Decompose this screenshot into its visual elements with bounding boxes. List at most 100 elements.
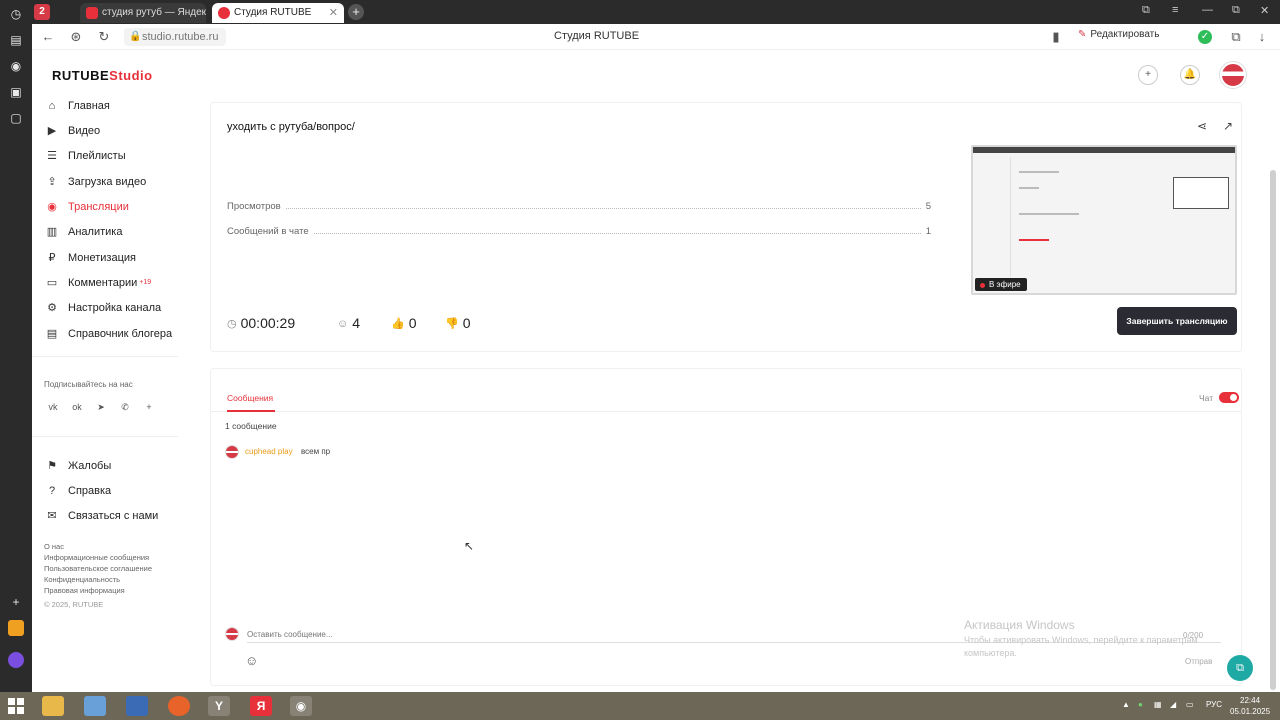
footer-link-info[interactable]: Информационные сообщения — [44, 553, 149, 562]
vk-icon[interactable]: vk — [46, 400, 60, 414]
protect-icon[interactable]: ⊛ — [68, 29, 84, 45]
viewers-metric: ☺ 4 — [337, 315, 360, 331]
volume-icon[interactable]: ◢ — [1170, 700, 1176, 709]
file-explorer-icon[interactable] — [42, 696, 64, 716]
support-chat-icon[interactable]: ⧉ — [1227, 655, 1253, 681]
ok-icon[interactable]: ok — [70, 400, 84, 414]
add-panel-icon[interactable]: + — [8, 594, 24, 610]
share-icon[interactable]: ⋖ — [1197, 119, 1207, 133]
chat-toggle-label: Чат — [1199, 393, 1214, 403]
language-indicator[interactable]: РУС — [1206, 700, 1222, 709]
download-icon[interactable]: ↓ — [1254, 29, 1270, 45]
windows-activation-watermark: Активация Windows Чтобы активировать Win… — [964, 618, 1226, 660]
close-tab-icon[interactable]: ✕ — [329, 3, 338, 23]
extensions-icon[interactable]: ⧉ — [1228, 29, 1244, 45]
footer-link-terms[interactable]: Пользовательское соглашение — [44, 564, 152, 573]
minimize-icon[interactable]: — — [1202, 4, 1213, 16]
stream-preview[interactable]: В эфире — [971, 145, 1237, 295]
playlist-icon: ☰ — [47, 150, 57, 162]
duration-value: 00:00:29 — [240, 315, 296, 331]
comments-icon: ▭ — [46, 277, 58, 289]
screenshot-icon[interactable]: ▢ — [8, 110, 24, 126]
firefox-icon[interactable] — [168, 696, 190, 716]
page-title: Студия RUTUBE — [554, 30, 640, 42]
footer-link-about[interactable]: О нас — [44, 542, 64, 551]
emoji-icon[interactable]: ☺ — [245, 653, 258, 668]
copyright: © 2025, RUTUBE — [44, 600, 104, 609]
viber-icon[interactable]: ✆ — [118, 400, 132, 414]
add-content-icon[interactable]: + — [1138, 65, 1158, 85]
end-stream-button[interactable]: Завершить трансляцию — [1117, 307, 1237, 335]
sidebar-item-monetization[interactable]: ₽ Монетизация — [44, 248, 184, 268]
thumbs-down-icon: 👎 — [445, 318, 459, 330]
edit-page-button[interactable]: ✎ Редактировать — [1078, 29, 1159, 40]
flag-icon: ⚑ — [47, 460, 57, 472]
sidebar-item-complaints[interactable]: ⚑ Жалобы — [44, 456, 184, 476]
sidebar-item-blogger-guide[interactable]: ▤ Справочник блогера — [44, 324, 184, 344]
clock-time: 22:44 — [1240, 696, 1261, 705]
tab-title: студия рутуб — Яндекс: — [102, 7, 206, 18]
alice-assistant-icon[interactable] — [8, 652, 24, 668]
clock[interactable]: 22:44 05.01.2025 — [1230, 695, 1270, 717]
external-link-icon[interactable]: ↗ — [1223, 119, 1233, 133]
sidebar-item-upload[interactable]: ⇪ Загрузка видео — [44, 172, 184, 192]
yandex-browser-icon[interactable]: Y — [208, 696, 230, 716]
tab-counter[interactable]: 2 — [34, 4, 50, 20]
alice-icon[interactable]: ◉ — [8, 58, 24, 74]
footer-link-privacy[interactable]: Конфиденциальность — [44, 575, 120, 584]
extension-check-icon[interactable]: ✓ — [1198, 30, 1212, 44]
sidebar-item-broadcasts[interactable]: ◉ Трансляции — [44, 197, 184, 217]
user-avatar[interactable] — [1220, 62, 1246, 88]
notifications-icon[interactable]: 🔔 — [1180, 65, 1200, 85]
reload-icon[interactable]: ↻ — [96, 29, 112, 45]
footer-link-legal[interactable]: Правовая информация — [44, 586, 125, 595]
likes-value: 0 — [408, 315, 417, 331]
app-icon[interactable] — [126, 696, 148, 716]
divider — [211, 411, 1241, 412]
obs-icon[interactable]: ◉ — [290, 696, 312, 716]
sidebar-item-analytics[interactable]: ▥ Аналитика — [44, 222, 184, 242]
tray-app-icon[interactable]: ● — [1138, 700, 1143, 709]
book-icon: ▤ — [46, 328, 58, 340]
notes-icon[interactable]: ▣ — [8, 84, 24, 100]
sidebar-item-contact[interactable]: ✉ Связаться с нами — [44, 506, 184, 526]
tab-rutube-studio[interactable]: Студия RUTUBE ✕ — [212, 3, 344, 23]
tab-layout-icon[interactable]: ⧉ — [1142, 4, 1150, 17]
sidebar-item-label: Трансляции — [68, 201, 129, 213]
sidebar-item-comments[interactable]: ▭ Комментарии +19 — [44, 273, 184, 293]
message-author[interactable]: cuphead play — [245, 447, 293, 456]
message-text: всем пр — [301, 447, 331, 456]
sidebar-item-label: Плейлисты — [68, 150, 126, 162]
plus-icon[interactable]: + — [142, 400, 156, 414]
back-icon[interactable]: ← — [40, 29, 56, 45]
rutube-studio-logo[interactable]: RUTUBEStudio — [52, 68, 153, 83]
scrollbar[interactable] — [1270, 170, 1276, 690]
collections-icon[interactable]: ▤ — [8, 32, 24, 48]
restore-icon[interactable]: ⧉ — [1232, 4, 1240, 17]
bookmark-icon[interactable]: ▮ — [1048, 29, 1064, 45]
network-icon[interactable]: ▦ — [1154, 700, 1162, 709]
url-field[interactable]: 🔒 studio.rutube.ru — [124, 28, 227, 46]
sidebar-item-playlists[interactable]: ☰ Плейлисты — [44, 146, 184, 166]
tab-yandex-search[interactable]: студия рутуб — Яндекс: — [80, 3, 206, 23]
notepad-icon[interactable] — [84, 696, 106, 716]
tray-arrow-icon[interactable]: ▲ — [1122, 700, 1130, 709]
menu-icon[interactable]: ≡ — [1172, 4, 1178, 16]
sidebar-item-channel-settings[interactable]: ⚙ Настройка канала — [44, 298, 184, 318]
new-tab-button[interactable]: + — [348, 4, 364, 20]
sidebar-item-video[interactable]: ▶ Видео — [44, 121, 184, 141]
tray-icon[interactable]: ▭ — [1186, 700, 1194, 709]
sidebar-item-help[interactable]: ? Справка — [44, 481, 184, 501]
sidebar-item-home[interactable]: ⌂ Главная — [44, 96, 184, 116]
close-window-icon[interactable]: ✕ — [1260, 4, 1269, 17]
chat-toggle[interactable] — [1219, 392, 1239, 403]
app-icon[interactable] — [8, 620, 24, 636]
tab-messages[interactable]: Сообщения — [227, 393, 273, 403]
duration-metric: ◷ 00:00:29 — [227, 315, 295, 331]
yandex-icon[interactable]: Я — [250, 696, 272, 716]
avatar[interactable] — [225, 445, 239, 459]
history-icon[interactable]: ◷ — [8, 6, 24, 22]
telegram-icon[interactable]: ➤ — [94, 400, 108, 414]
edit-label: Редактировать — [1090, 29, 1160, 40]
windows-start-icon[interactable] — [8, 698, 24, 714]
